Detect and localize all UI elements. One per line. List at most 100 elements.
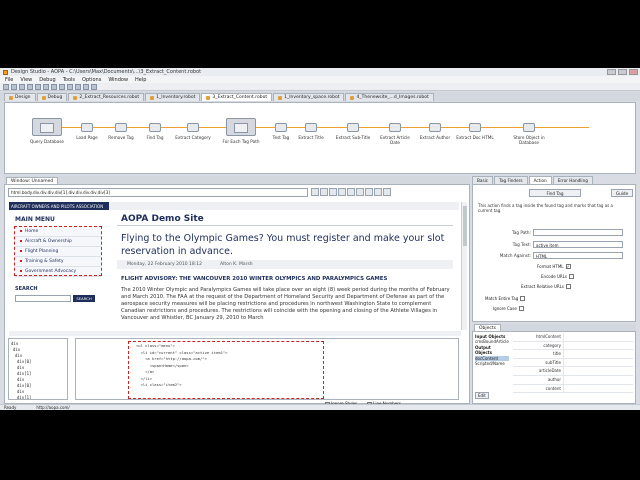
site-title: AOPA Demo Site xyxy=(121,214,204,224)
tab-debug[interactable]: Debug xyxy=(36,93,68,101)
forward-icon[interactable] xyxy=(320,188,328,196)
tab-action[interactable]: Action xyxy=(528,176,552,184)
attribute-value[interactable] xyxy=(563,375,633,384)
flow-step[interactable]: Extract Title xyxy=(291,123,331,140)
list-item[interactable]: Scripted/Name xyxy=(475,361,509,366)
flow-step[interactable]: Extract Article Date xyxy=(375,123,415,145)
menu-tools[interactable]: Tools xyxy=(63,77,75,83)
checkbox-icon[interactable] xyxy=(566,284,572,289)
stop-icon[interactable] xyxy=(338,188,346,196)
tab-error-handling[interactable]: Error Handling xyxy=(552,176,593,184)
site-banner: AIRCRAFT OWNERS AND PILOTS ASSOCIATION xyxy=(9,202,109,210)
extract-relative-urls-checkbox[interactable]: Extract Relative URLs xyxy=(521,284,572,289)
reload-icon[interactable] xyxy=(329,188,337,196)
stop-icon[interactable] xyxy=(83,83,89,90)
menu-item-aircraft[interactable]: Aircraft & Ownership xyxy=(15,237,101,247)
match-against-select[interactable]: HTML xyxy=(533,252,623,259)
menu-item-training[interactable]: Training & Safety xyxy=(15,257,101,267)
main-menu: Home Aircraft & Ownership Flight Plannin… xyxy=(14,226,102,277)
flow-step[interactable]: Extract Category xyxy=(173,123,213,140)
attribute-value[interactable] xyxy=(563,333,633,341)
flow-step[interactable]: Extract Sub-Title xyxy=(333,123,373,140)
grid-icon[interactable] xyxy=(365,188,373,196)
zoom-icon[interactable] xyxy=(356,188,364,196)
menu-view[interactable]: View xyxy=(20,77,32,83)
undo-icon[interactable] xyxy=(59,83,65,90)
menu-item-home[interactable]: Home xyxy=(15,227,101,237)
edit-objects-button[interactable]: Edit xyxy=(475,391,489,399)
tag-path-input[interactable] xyxy=(533,229,623,236)
site-search-button[interactable]: SEARCH xyxy=(73,295,95,302)
flow-step[interactable]: Query Database xyxy=(24,118,70,144)
tag-text-input[interactable]: active item xyxy=(533,241,623,248)
browser-view: html.body.div.div.div.div[1].div.div.div… xyxy=(4,184,470,406)
tab-basic[interactable]: Basic xyxy=(472,176,494,184)
run-icon[interactable] xyxy=(75,83,81,90)
attribute-value[interactable] xyxy=(563,341,633,350)
menu-debug[interactable]: Debug xyxy=(39,77,55,83)
format-html-checkbox[interactable]: Format HTML ✓ xyxy=(537,264,571,269)
checkbox-icon[interactable] xyxy=(569,274,574,279)
attribute-value[interactable] xyxy=(563,367,633,375)
tab-file[interactable]: 4_Thenewsite_...d_Images.robot xyxy=(345,93,434,101)
back-icon[interactable] xyxy=(311,188,319,196)
action-select[interactable]: Find Tag xyxy=(529,189,581,197)
flow-step[interactable]: For Each Tag Path xyxy=(218,118,264,144)
tab-file[interactable]: 2_Extract_Resources.robot xyxy=(68,93,145,101)
home-icon[interactable] xyxy=(347,188,355,196)
tab-file-active[interactable]: 3_Extract_Content.robot xyxy=(201,93,273,101)
menu-help[interactable]: Help xyxy=(135,77,146,83)
menu-item-flight-planning[interactable]: Flight Planning xyxy=(15,247,101,257)
checkmark-icon[interactable]: ✓ xyxy=(565,264,571,269)
dom-node[interactable]: div[1] xyxy=(11,395,65,399)
tab-objects[interactable]: Objects xyxy=(474,324,502,331)
tab-file[interactable]: 1_Inventory_space.robot xyxy=(273,93,345,101)
save-all-icon[interactable] xyxy=(27,83,33,90)
article-title[interactable]: Flying to the Olympic Games? You must re… xyxy=(121,232,451,258)
menu-options[interactable]: Options xyxy=(82,77,101,83)
tab-design[interactable]: Design xyxy=(4,93,36,101)
paste-icon[interactable] xyxy=(51,83,57,90)
flow-step[interactable]: Extract Doc HTML xyxy=(455,123,495,140)
settings-icon[interactable] xyxy=(383,188,391,196)
encode-urls-checkbox[interactable]: Encode URLs xyxy=(541,274,574,279)
attribute-value[interactable] xyxy=(563,384,633,393)
checkbox-icon[interactable] xyxy=(518,306,524,311)
menu-file[interactable]: File xyxy=(5,77,13,83)
webpage-hscrollbar[interactable] xyxy=(9,331,461,336)
site-search-input[interactable] xyxy=(15,295,71,302)
attribute-value[interactable] xyxy=(563,358,633,367)
tab-file[interactable]: 1_Inventory.robot xyxy=(145,93,201,101)
ignore-case-checkbox[interactable]: Ignore Case xyxy=(493,306,524,311)
redo-icon[interactable] xyxy=(67,83,73,90)
tag-path-bar[interactable]: html.body.div.div.div.div[1].div.div.div… xyxy=(8,188,308,197)
attribute-value[interactable] xyxy=(563,350,633,358)
flow-step[interactable]: Store Object in Database xyxy=(509,123,549,145)
tab-tag-finders[interactable]: Tag Finders xyxy=(494,176,528,184)
maximize-button[interactable] xyxy=(618,69,627,75)
window-controls xyxy=(607,69,638,75)
new-icon[interactable] xyxy=(3,83,9,90)
open-icon[interactable] xyxy=(11,83,17,90)
webpage-scrollbar[interactable] xyxy=(461,202,467,330)
match-entire-tag-checkbox[interactable]: Match Entire Tag xyxy=(485,296,526,301)
design-studio-window: Design Studio - AOPA - C:\Users\Max\Docu… xyxy=(0,68,640,410)
scrollbar-thumb[interactable] xyxy=(463,206,467,246)
objects-list: Input Objects cmsBoundArticle Output Obj… xyxy=(474,333,510,401)
refresh-icon[interactable] xyxy=(91,83,97,90)
tab-window-unnamed[interactable]: Window: Unnamed xyxy=(6,177,59,184)
select-icon[interactable] xyxy=(374,188,382,196)
cut-icon[interactable] xyxy=(35,83,41,90)
list-item[interactable]: Output Objects xyxy=(475,345,509,356)
copy-icon[interactable] xyxy=(43,83,49,90)
save-icon[interactable] xyxy=(19,83,25,90)
menu-item-government[interactable]: Government Advocacy xyxy=(15,267,101,277)
article-meta: Monday, 22 February 2010 18:12 Alton K. … xyxy=(117,260,453,269)
guide-button[interactable]: Guide xyxy=(611,189,633,197)
close-button[interactable] xyxy=(629,69,638,75)
menu-window[interactable]: Window xyxy=(108,77,128,83)
minimize-button[interactable] xyxy=(607,69,616,75)
checkbox-icon[interactable] xyxy=(520,296,526,301)
flow-step[interactable]: Extract Author xyxy=(415,123,455,140)
flow-step[interactable]: Find Tag xyxy=(135,123,175,140)
